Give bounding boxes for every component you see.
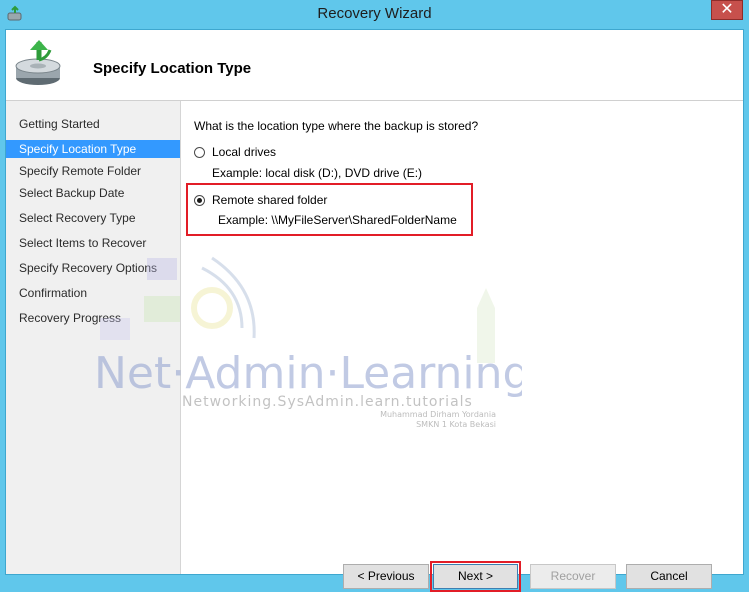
recover-button: Recover xyxy=(530,564,616,589)
wizard-header: Specify Location Type xyxy=(6,30,743,101)
cancel-button[interactable]: Cancel xyxy=(626,564,712,589)
recovery-disk-icon xyxy=(15,40,61,85)
next-button-highlight-box xyxy=(430,561,521,592)
remote-shared-folder-label[interactable]: Remote shared folder xyxy=(212,193,327,207)
step-recovery-progress[interactable]: Recovery Progress xyxy=(19,309,121,327)
step-select-recovery-type[interactable]: Select Recovery Type xyxy=(19,209,136,227)
page-title: Specify Location Type xyxy=(93,60,252,77)
location-type-question: What is the location type where the back… xyxy=(194,119,479,133)
local-drives-label[interactable]: Local drives xyxy=(212,145,276,159)
wizard-steps-sidebar: Getting Started Specify Location Type Sp… xyxy=(6,101,181,574)
step-select-items-to-recover[interactable]: Select Items to Recover xyxy=(19,234,146,252)
window-title: Recovery Wizard xyxy=(317,5,432,22)
recovery-wizard-window: Recovery Wizard ✕ Specify Location Type … xyxy=(0,0,749,592)
step-specify-remote-folder[interactable]: Specify Remote Folder xyxy=(19,162,141,180)
step-specify-location-type[interactable]: Specify Location Type xyxy=(6,140,180,158)
title-bar[interactable]: Recovery Wizard ✕ xyxy=(0,0,749,29)
previous-button[interactable]: < Previous xyxy=(343,564,429,589)
remote-shared-folder-example: Example: \\MyFileServer\SharedFolderName xyxy=(218,213,457,227)
local-drives-radio[interactable] xyxy=(194,147,205,158)
close-button[interactable]: ✕ xyxy=(711,0,743,20)
wizard-client-area: Specify Location Type Getting Started Sp… xyxy=(5,29,744,592)
remote-shared-folder-radio[interactable] xyxy=(194,195,205,206)
step-confirmation[interactable]: Confirmation xyxy=(19,284,87,302)
step-getting-started[interactable]: Getting Started xyxy=(19,115,100,133)
wizard-content: What is the location type where the back… xyxy=(181,101,743,592)
local-drives-example: Example: local disk (D:), DVD drive (E:) xyxy=(212,166,423,180)
step-select-backup-date[interactable]: Select Backup Date xyxy=(19,184,124,202)
step-specify-recovery-options[interactable]: Specify Recovery Options xyxy=(19,259,157,277)
remote-folder-highlight-box xyxy=(186,183,473,236)
